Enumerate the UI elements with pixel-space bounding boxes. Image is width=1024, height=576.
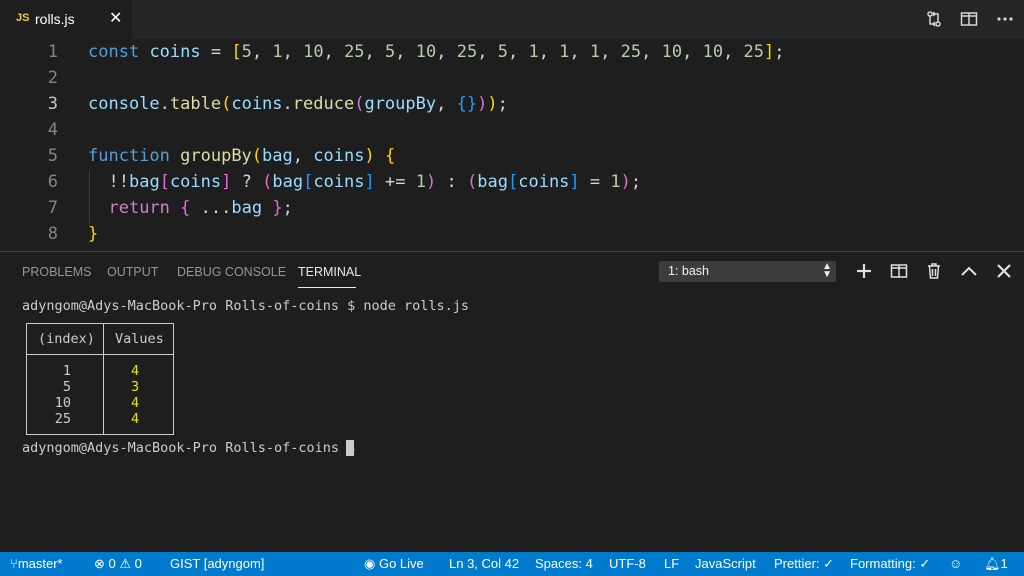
code-editor[interactable]: 1 const coins = [5, 1, 10, 25, 5, 10, 25…: [0, 39, 1024, 251]
table-divider: [27, 354, 173, 355]
code-line-8[interactable]: 8 }: [0, 221, 1024, 247]
status-indentation[interactable]: Spaces: 4: [535, 556, 593, 571]
status-go-live[interactable]: ◉ Go Live: [364, 556, 424, 572]
git-branch-icon: ⑂: [10, 556, 18, 571]
status-notifications[interactable]: 🔔︎1: [984, 556, 1008, 572]
table-cell-value: 4: [131, 363, 140, 379]
code-text: return { ...bag };: [108, 198, 293, 218]
table-cell-index: 10: [54, 395, 71, 411]
status-bar: ⑂master* ⊗ 0 ⚠ 0 GIST [adyngom] ◉ Go Liv…: [0, 552, 1024, 576]
code-text: }: [88, 224, 99, 244]
console-table: (index) Values 1 4 5 3 10 4 25 4: [26, 323, 174, 435]
add-terminal-icon[interactable]: [855, 262, 873, 280]
bell-icon: 🔔︎: [984, 556, 1001, 571]
broadcast-icon: ◉: [364, 556, 376, 571]
active-tab-indicator: [298, 287, 356, 288]
editor-tab-bar: JS rolls.js ✕: [0, 0, 1024, 39]
close-tab-icon[interactable]: ✕: [109, 8, 122, 28]
status-cursor-position[interactable]: Ln 3, Col 42: [449, 556, 519, 571]
table-cell-value: 4: [131, 411, 140, 427]
table-header-index: (index): [38, 331, 95, 347]
status-encoding[interactable]: UTF-8: [609, 556, 646, 571]
tab-problems[interactable]: PROBLEMS: [22, 265, 91, 279]
table-cell-value: 3: [131, 379, 140, 395]
javascript-file-icon: JS: [16, 12, 30, 24]
line-number: 6: [47, 172, 58, 192]
code-text: function groupBy(bag, coins) {: [88, 146, 396, 166]
code-line-7[interactable]: 7 return { ...bag };: [0, 195, 1024, 221]
split-terminal-icon[interactable]: [890, 262, 908, 280]
table-cell-index: 25: [54, 411, 71, 427]
maximize-panel-icon[interactable]: [960, 262, 978, 280]
code-text: const coins = [5, 1, 10, 25, 5, 10, 25, …: [88, 42, 785, 62]
status-language[interactable]: JavaScript: [695, 556, 756, 571]
table-header-values: Values: [115, 331, 164, 347]
close-panel-icon[interactable]: [995, 262, 1013, 280]
code-text: console.table(coins.reduce(groupBy, {}))…: [88, 94, 508, 114]
bottom-panel: PROBLEMS OUTPUT DEBUG CONSOLE TERMINAL 1…: [0, 251, 1024, 553]
line-number: 8: [47, 224, 58, 244]
tab-output[interactable]: OUTPUT: [107, 265, 158, 279]
status-prettier[interactable]: Prettier: ✓: [774, 556, 834, 572]
line-number: 5: [47, 146, 58, 166]
tab-rolls-js[interactable]: JS rolls.js ✕: [0, 0, 132, 39]
check-icon: ✓: [823, 556, 835, 571]
line-number: 4: [47, 120, 58, 140]
table-cell-value: 4: [131, 395, 140, 411]
status-eol[interactable]: LF: [664, 556, 679, 571]
feedback-smiley-icon[interactable]: ☺: [949, 556, 962, 571]
status-gist[interactable]: GIST [adyngom]: [170, 556, 264, 571]
terminal-select[interactable]: 1: bash ▲ ▼: [659, 261, 836, 282]
split-editor-icon[interactable]: [960, 10, 978, 28]
terminal-cursor: [346, 440, 354, 456]
warning-icon: ⚠: [119, 556, 132, 571]
status-problems[interactable]: ⊗ 0 ⚠ 0: [94, 556, 142, 572]
line-number: 7: [47, 198, 58, 218]
code-text: !!bag[coins] ? (bag[coins] += 1) : (bag[…: [108, 172, 642, 192]
tab-label: rolls.js: [35, 11, 75, 27]
check-icon: ✓: [919, 556, 931, 571]
code-line-1[interactable]: 1 const coins = [5, 1, 10, 25, 5, 10, 25…: [0, 39, 1024, 65]
status-branch[interactable]: ⑂master*: [10, 556, 63, 571]
kill-terminal-icon[interactable]: [925, 262, 943, 280]
error-icon: ⊗: [94, 556, 105, 571]
table-cell-index: 5: [62, 379, 71, 395]
tab-debug-console[interactable]: DEBUG CONSOLE: [177, 265, 286, 279]
code-line-2[interactable]: 2: [0, 65, 1024, 91]
terminal-select-value: 1: bash: [668, 264, 710, 278]
line-number: 2: [47, 68, 58, 88]
more-actions-icon[interactable]: [996, 10, 1014, 28]
select-arrows-icon: ▲ ▼: [822, 261, 832, 280]
line-number: 1: [47, 42, 58, 62]
terminal-command-line: adyngom@Adys-MacBook-Pro Rolls-of-coins …: [22, 298, 470, 314]
terminal-prompt: adyngom@Adys-MacBook-Pro Rolls-of-coins …: [22, 440, 356, 456]
status-formatting[interactable]: Formatting: ✓: [850, 556, 930, 572]
line-number: 3: [47, 94, 58, 114]
code-line-4[interactable]: 4: [0, 117, 1024, 143]
tab-terminal[interactable]: TERMINAL: [298, 265, 361, 279]
table-cell-index: 1: [62, 363, 71, 379]
code-line-3[interactable]: 3 console.table(coins.reduce(groupBy, {}…: [0, 91, 1024, 117]
code-line-6[interactable]: 6 !!bag[coins] ? (bag[coins] += 1) : (ba…: [0, 169, 1024, 195]
git-compare-icon[interactable]: [925, 10, 943, 28]
table-divider: [103, 324, 104, 434]
code-line-5[interactable]: 5 function groupBy(bag, coins) {: [0, 143, 1024, 169]
